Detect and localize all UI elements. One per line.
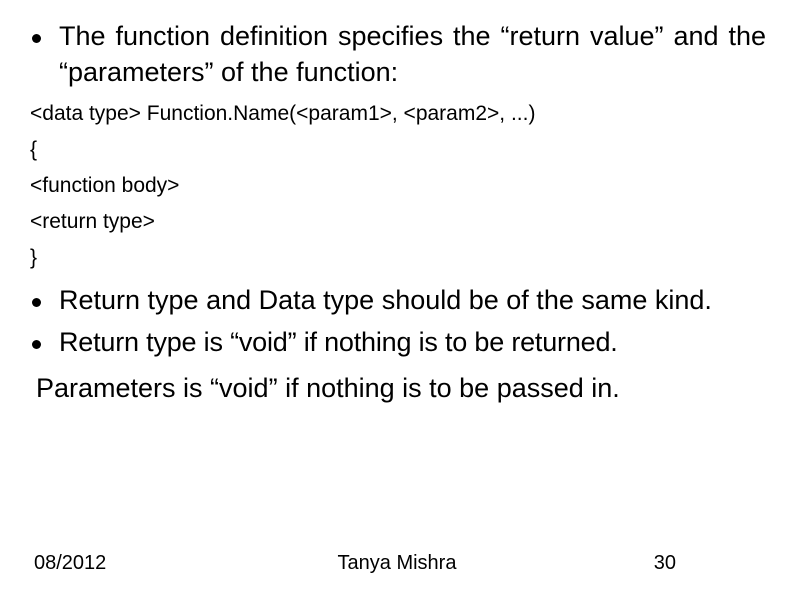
bullet-item: The function definition specifies the “r… (28, 18, 766, 90)
code-line-return: <return type> (30, 208, 766, 236)
footer-page-number: 30 (654, 552, 766, 575)
code-line-signature: <data type> Function.Name(<param1>, <par… (30, 100, 766, 128)
footer-date: 08/2012 (28, 552, 106, 575)
bullet-item: Return type and Data type should be of t… (28, 282, 766, 318)
bullet-text: Return type and Data type should be of t… (59, 282, 766, 318)
bullet-icon (32, 298, 41, 307)
paragraph-parameters-void: Parameters is “void” if nothing is to be… (36, 370, 758, 406)
bullet-text: Return type is “void” if nothing is to b… (59, 324, 766, 360)
code-line-open-brace: { (30, 136, 766, 164)
bullet-item: Return type is “void” if nothing is to b… (28, 324, 766, 360)
bullet-icon (32, 34, 41, 43)
code-line-close-brace: } (30, 244, 766, 272)
footer: 08/2012 Tanya Mishra 30 (0, 552, 794, 575)
code-line-body: <function body> (30, 172, 766, 200)
bullet-icon (32, 340, 41, 349)
bullet-text: The function definition specifies the “r… (59, 18, 766, 90)
slide: The function definition specifies the “r… (0, 0, 794, 595)
